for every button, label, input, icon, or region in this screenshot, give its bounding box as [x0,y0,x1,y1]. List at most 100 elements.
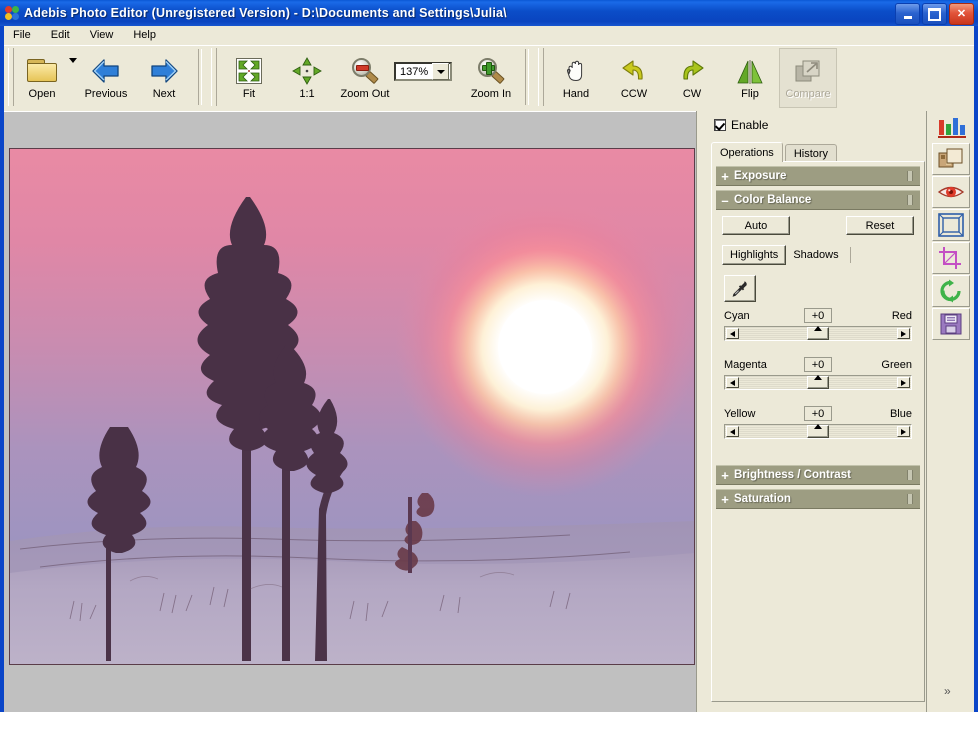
actual-size-button[interactable]: 1:1 [278,48,336,108]
panel-expander[interactable]: » [944,684,951,698]
fit-to-window-icon [236,58,262,84]
fit-button[interactable]: Fit [220,48,278,108]
slider-cyan-red-value: +0 [804,308,832,323]
enable-label: Enable [731,118,769,132]
enable-row[interactable]: Enable [714,118,768,132]
slider-cyan-red-left-label: Cyan [724,310,750,322]
folder-icon [27,59,57,82]
photo-svg [10,149,694,664]
section-color-balance[interactable]: – Color Balance [716,190,920,210]
section-color-balance-toggle[interactable]: – [716,194,734,207]
save-button[interactable] [932,308,970,340]
section-brightness-contrast[interactable]: + Brightness / Contrast [716,465,920,485]
zoom-out-button[interactable]: Zoom Out [336,48,394,108]
toolbar-separator-1 [198,49,202,105]
section-saturation-toggle[interactable]: + [716,493,734,506]
slider-magenta-green-value: +0 [804,357,832,372]
crop-button[interactable] [932,242,970,274]
section-exposure[interactable]: + Exposure [716,166,920,186]
maximize-button[interactable] [922,3,947,25]
open-dropdown-arrow[interactable] [69,58,77,63]
reset-button[interactable]: Reset [846,216,914,235]
rotate-cw-button[interactable]: CW [663,48,721,108]
chevron-down-icon[interactable] [432,63,449,80]
red-eye-button[interactable] [932,176,970,208]
next-button[interactable]: Next [135,48,193,108]
slider-yellow-blue-right-label: Blue [889,408,912,420]
slider-cyan-red-increase[interactable] [897,328,910,339]
menu-item-file[interactable]: File [10,28,34,42]
slider-yellow-blue-increase[interactable] [897,426,910,437]
section-brightness-contrast-toggle[interactable]: + [716,469,734,482]
tab-operations[interactable]: Operations [711,142,783,162]
auto-button[interactable]: Auto [722,216,790,235]
compare-label: Compare [785,88,831,100]
save-icon [940,313,962,335]
slider-magenta-green-center-mark [814,375,822,380]
toolbar-grip[interactable] [8,48,14,106]
magnifier-minus-icon [351,58,379,85]
close-button[interactable]: ✕ [949,3,974,25]
mode-shadows[interactable]: Shadows [786,245,845,265]
hand-icon [563,58,589,84]
minimize-button[interactable] [895,3,920,25]
rotate-ccw-button[interactable]: CCW [605,48,663,108]
auto-label: Auto [744,219,768,232]
magnifier-plus-icon [477,58,505,85]
menu-item-view[interactable]: View [87,28,117,42]
flip-button[interactable]: Flip [721,48,779,108]
histogram-icon[interactable] [937,116,967,138]
section-saturation-grip[interactable] [907,494,913,504]
enable-checkbox[interactable] [714,119,726,131]
menu-item-help[interactable]: Help [130,28,159,42]
slider-magenta-green-increase[interactable] [897,377,910,388]
zoom-level-value: 137% [400,65,429,78]
image-canvas-area[interactable] [4,111,700,712]
window-title: Adebis Photo Editor (Unregistered Versio… [24,6,507,20]
slider-magenta-green-decrease[interactable] [726,377,739,388]
mode-highlights[interactable]: Highlights [722,245,787,265]
zoom-in-label: Zoom In [470,88,512,100]
reset-label: Reset [865,219,895,232]
rotate-counterclockwise-icon [620,58,648,84]
frame-icon [938,213,964,237]
eyedropper-icon [732,280,747,297]
section-exposure-toggle[interactable]: + [716,170,734,183]
slider-magenta-green: Magenta Green +0 [724,357,912,390]
slider-yellow-blue-center-mark [814,424,822,429]
color-correction-button[interactable] [932,143,970,175]
section-exposure-grip[interactable] [907,171,913,181]
section-brightness-contrast-grip[interactable] [907,470,913,480]
zoom-level-combo[interactable]: 137% [394,62,452,81]
flip-label: Flip [741,88,759,100]
section-color-balance-grip[interactable] [907,195,913,205]
toolbar-grip-2[interactable] [211,48,217,106]
slider-yellow-blue: Yellow Blue +0 [724,406,912,439]
zoom-out-label: Zoom Out [340,88,390,100]
toolbar-grip-3[interactable] [538,48,544,106]
hand-label: Hand [562,88,590,100]
slider-cyan-red-decrease[interactable] [726,328,739,339]
slider-cyan-red: Cyan Red +0 [724,308,912,341]
frame-button[interactable] [932,209,970,241]
application-window: Adebis Photo Editor (Unregistered Versio… [0,0,978,730]
tab-history[interactable]: History [784,144,838,162]
photo-image[interactable] [9,148,695,665]
section-saturation[interactable]: + Saturation [716,489,920,509]
rotate-button[interactable] [932,275,970,307]
eyedropper-button[interactable] [724,275,756,302]
compare-button[interactable]: Compare [779,48,837,108]
flip-horizontal-icon [736,60,764,84]
color-balance-body: Auto Reset Highlights Shadows Cyan Red +… [718,216,918,439]
previous-button[interactable]: Previous [77,48,135,108]
hand-button[interactable]: Hand [547,48,605,108]
next-label: Next [152,88,176,100]
menu-item-edit[interactable]: Edit [48,28,73,42]
rotate-icon [940,279,961,303]
slider-yellow-blue-decrease[interactable] [726,426,739,437]
open-button[interactable]: Open [17,48,67,108]
zoom-in-button[interactable]: Zoom In [462,48,520,108]
open-label: Open [28,88,56,100]
photo-app-icon [4,5,20,21]
slider-yellow-blue-left-label: Yellow [724,408,756,420]
